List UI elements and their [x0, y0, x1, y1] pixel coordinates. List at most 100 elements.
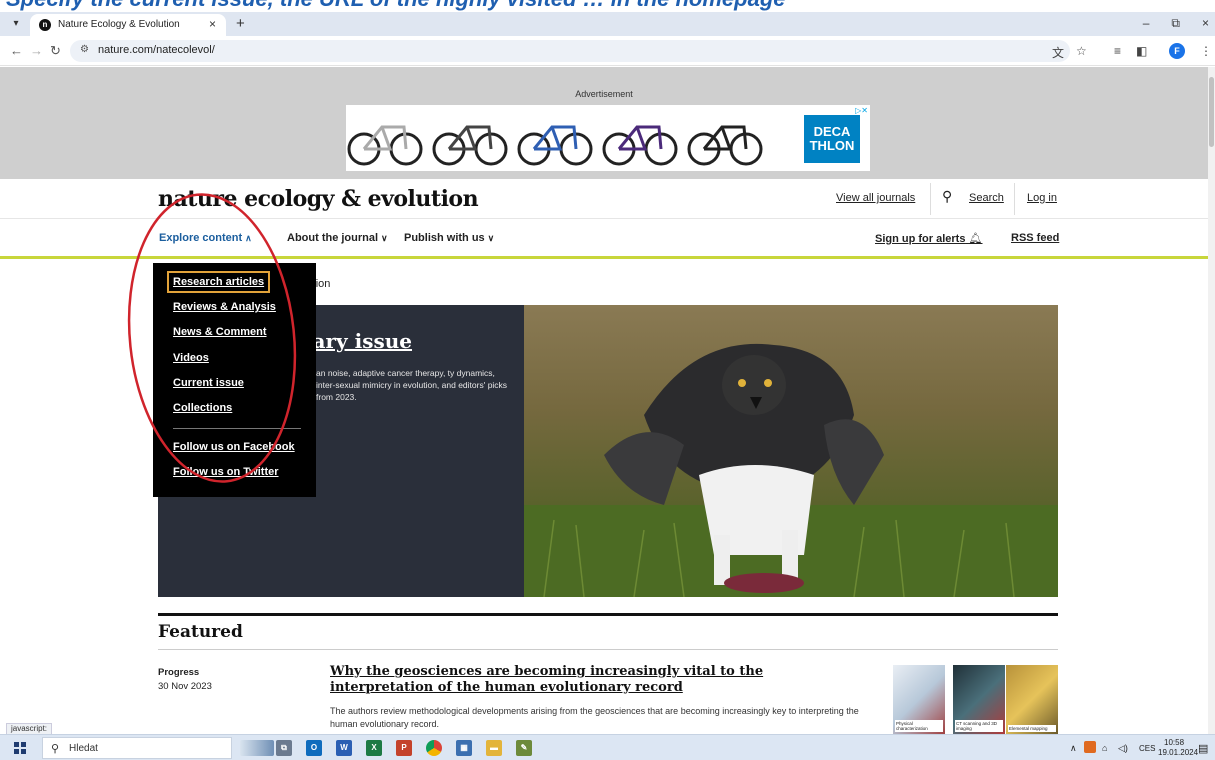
minimize-button[interactable]: – [1143, 16, 1150, 31]
tab-strip: ▾ n Nature Ecology & Evolution × + – ⧉ × [0, 12, 1215, 36]
side-panel-icon[interactable]: ◧ [1136, 44, 1147, 58]
reload-icon[interactable]: ↻ [50, 43, 61, 59]
excel-icon[interactable]: X [366, 740, 382, 756]
scroll-thumb[interactable] [1209, 77, 1214, 147]
tab-close-icon[interactable]: × [209, 17, 216, 31]
featured-underline [158, 649, 1058, 650]
signup-alerts-label: Sign up for alerts [875, 233, 966, 245]
page-viewport: Advertisement DECA THLON ▷✕ nature ecolo… [0, 67, 1208, 734]
explore-content-menu[interactable]: Explore content ∧ [159, 232, 252, 244]
publish-menu[interactable]: Publish with us ∨ [404, 232, 494, 244]
browser-toolbar: ← → ↻ ⚙ nature.com/natecolevol/ 文 ☆ ≡ ◧ … [0, 36, 1215, 66]
signup-alerts-link[interactable]: Sign up for alerts 🔔︎ [875, 232, 983, 245]
rss-feed-link[interactable]: RSS feed [1011, 232, 1059, 244]
chevron-down-icon: ∨ [487, 233, 495, 243]
ad-label: Advertisement [575, 89, 633, 99]
paint-icon[interactable]: ✎ [516, 740, 532, 756]
article-date: 30 Nov 2023 [158, 681, 212, 692]
powerpoint-icon[interactable]: P [396, 740, 412, 756]
chrome-icon[interactable] [426, 740, 442, 756]
window-controls: – ⧉ × [1143, 16, 1209, 31]
menu-follow-facebook[interactable]: Follow us on Facebook [173, 441, 295, 453]
file-explorer-icon[interactable]: ▬ [486, 740, 502, 756]
task-view-icon[interactable]: ⧉ [276, 740, 292, 756]
thumbnail-caption: Physical characterization [895, 720, 943, 732]
taskbar-search-box[interactable]: ⚲ Hledat [42, 737, 232, 759]
address-bar[interactable]: ⚙ nature.com/natecolevol/ [70, 40, 1070, 62]
view-all-journals-link[interactable]: View all journals [836, 192, 915, 204]
search-icon: ⚲ [51, 743, 60, 755]
volume-icon[interactable]: ◁) [1118, 743, 1128, 754]
thumbnail-caption: Elemental mapping [1008, 725, 1056, 732]
about-journal-label: About the journal [287, 232, 379, 244]
menu-collections[interactable]: Collections [173, 402, 232, 414]
network-icon[interactable]: ⌂ [1102, 743, 1107, 753]
site-header: nature ecology & evolution View all jour… [0, 179, 1208, 219]
article-thumbnail[interactable]: Elemental mapping [1006, 665, 1058, 734]
journal-title[interactable]: nature ecology & evolution [158, 186, 479, 212]
menu-research-articles[interactable]: Research articles [173, 276, 264, 288]
article-type: Progress [158, 667, 200, 678]
forward-arrow-icon[interactable]: → [30, 43, 43, 58]
journal-nav: Explore content ∧ About the journal ∨ Publ… [0, 219, 1208, 259]
chevron-up-icon: ∧ [245, 233, 252, 243]
decathlon-logo[interactable]: DECA THLON [804, 115, 860, 163]
url-text: nature.com/natecolevol/ [98, 44, 215, 56]
restore-button[interactable]: ⧉ [1171, 16, 1180, 31]
clock-date[interactable]: 19.01.2024 [1158, 748, 1198, 757]
search-icon[interactable]: ⚲ [942, 188, 952, 205]
reading-list-icon[interactable]: ≡ [1114, 44, 1121, 58]
language-indicator[interactable]: CES [1139, 744, 1155, 753]
featured-article-summary: The authors review methodological develo… [330, 706, 859, 729]
notifications-icon[interactable]: ▤ [1198, 742, 1208, 755]
featured-rule [158, 613, 1058, 616]
news-widget-icon[interactable] [240, 740, 274, 756]
site-info-icon[interactable]: ⚙ [80, 44, 89, 55]
menu-divider [173, 428, 301, 429]
adchoices-icon[interactable]: ▷✕ [855, 106, 868, 115]
search-link[interactable]: Search [969, 192, 1004, 204]
word-icon[interactable]: W [336, 740, 352, 756]
outlook-icon[interactable]: O [306, 740, 322, 756]
menu-news-comment[interactable]: News & Comment [173, 326, 267, 338]
tab-nature-ecology[interactable]: n Nature Ecology & Evolution × [30, 14, 226, 36]
eagle-illustration [524, 343, 1058, 597]
caption-text: Specify the current issue, the URL of th… [6, 0, 786, 12]
menu-follow-twitter[interactable]: Follow us on Twitter [173, 466, 279, 478]
clock-time[interactable]: 10:58 [1164, 738, 1184, 747]
browser-menu-icon[interactable]: ⋮ [1200, 44, 1212, 58]
ad-banner[interactable]: DECA THLON ▷✕ [346, 105, 870, 171]
tray-app-icon[interactable] [1084, 741, 1096, 753]
windows-start-icon[interactable] [14, 742, 26, 754]
translate-icon[interactable]: 文 [1052, 44, 1064, 61]
featured-article-title[interactable]: Why the geosciences are becoming increas… [330, 664, 870, 696]
menu-reviews-analysis[interactable]: Reviews & Analysis [173, 301, 276, 313]
menu-videos[interactable]: Videos [173, 352, 209, 364]
profile-avatar[interactable]: F [1169, 43, 1185, 59]
calculator-icon[interactable]: ▦ [456, 740, 472, 756]
article-thumbnail[interactable]: CT scanning and 3D imaging [953, 665, 1005, 734]
windows-taskbar: ⚲ Hledat ⧉ O W X P ▦ ▬ ✎ ∧ ⌂ ◁) CES 10:5… [0, 734, 1215, 760]
page-scrollbar[interactable] [1208, 67, 1215, 734]
hero-eagle-image[interactable] [524, 305, 1058, 597]
header-divider [1014, 183, 1015, 215]
explore-content-label: Explore content [159, 232, 243, 244]
explore-content-dropdown: Research articles Reviews & Analysis New… [153, 263, 316, 497]
bookmark-star-icon[interactable]: ☆ [1076, 44, 1087, 58]
taskbar-search-placeholder: Hledat [69, 743, 98, 754]
featured-heading: Featured [158, 622, 243, 642]
tab-list-button[interactable]: ▾ [8, 16, 24, 32]
new-tab-button[interactable]: + [236, 15, 245, 32]
about-journal-menu[interactable]: About the journal ∨ [287, 232, 388, 244]
back-arrow-icon[interactable]: ← [10, 43, 23, 58]
nature-favicon-icon: n [39, 19, 51, 31]
header-divider [930, 183, 931, 215]
thumbnail-caption: CT scanning and 3D imaging [955, 720, 1003, 732]
login-link[interactable]: Log in [1027, 192, 1057, 204]
tray-chevron-icon[interactable]: ∧ [1070, 743, 1077, 754]
bell-icon: 🔔︎ [968, 233, 983, 245]
tab-title: Nature Ecology & Evolution [58, 19, 180, 30]
menu-current-issue[interactable]: Current issue [173, 377, 244, 389]
close-window-button[interactable]: × [1202, 16, 1209, 31]
article-thumbnail[interactable]: Physical characterization [893, 665, 945, 734]
